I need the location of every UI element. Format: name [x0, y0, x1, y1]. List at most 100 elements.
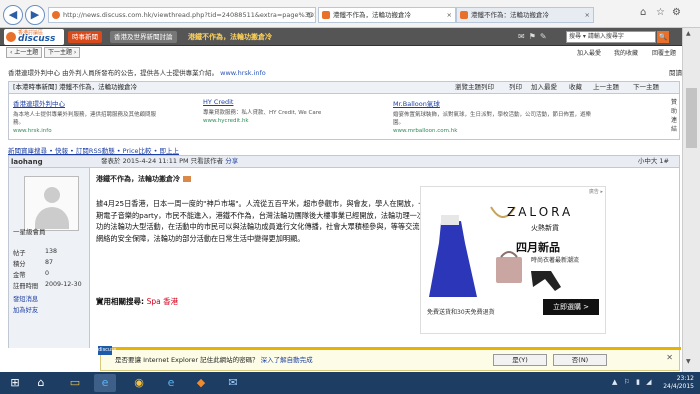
internet-explorer-icon[interactable]: e: [94, 374, 116, 392]
search-input[interactable]: 搜尋 ▾ 請輸入搜尋字: [566, 31, 656, 43]
ad-headline[interactable]: 香港連環外判中心: [13, 98, 163, 108]
dress-graphic: [429, 221, 477, 297]
ad-headline[interactable]: Mr.Balloon氣球: [393, 98, 593, 108]
browser-tab-active[interactable]: 港鐵不作為，法輪功搬倉冷 ×: [318, 7, 456, 23]
yes-button[interactable]: 是(Y): [493, 354, 547, 366]
logo-mark-icon: [6, 32, 16, 42]
mail-icon[interactable]: ✉: [222, 374, 244, 392]
header-thread-title: 港鐵不作為，法輪功搬倉冷: [188, 33, 272, 41]
close-tab-icon[interactable]: ×: [585, 8, 590, 22]
ad-url[interactable]: www.hycredit.hk: [203, 118, 353, 124]
ad-item[interactable]: Mr.Balloon氣球 婚宴佈置氣球裝飾，派對氣球，生日派對，學校活動，公司活…: [393, 98, 593, 134]
next-thread-button[interactable]: 下一主題 ›: [44, 47, 81, 58]
notification-logo: discuss: [98, 346, 117, 355]
user-profile-panel: 一星級會員 帖子 138 積分 87 金幣 0 註冊時間 2009-12-30 …: [8, 168, 90, 348]
nav-news[interactable]: 時事新聞: [68, 31, 102, 43]
system-clock[interactable]: 23:12 24/4/2015: [663, 375, 694, 391]
top-ad-text: 香港連環外判中心 由外判人員所發布的公告，提供各人士提供專業介紹。: [8, 69, 219, 77]
close-tab-icon[interactable]: ×: [447, 8, 452, 22]
header-icons[interactable]: ✉⚑✎: [518, 32, 551, 41]
browser-tab[interactable]: 港鐵不作為：法輪功搬倉冷 ×: [456, 7, 594, 23]
post-body: 港鐵不作為，法輪功搬倉冷 據4月25日香港，日本一周一度的"神戶市場"。人流從五…: [90, 168, 680, 348]
password-notification-bar: discuss 是否要讓 Internet Explorer 記住此網站的密碼？…: [98, 346, 681, 371]
post-title-text: 港鐵不作為，法輪功搬倉冷: [96, 175, 180, 183]
add-favorite-button[interactable]: 加入最愛: [577, 48, 601, 57]
stat-label: 帖子: [13, 250, 26, 257]
related-search-link[interactable]: Spa 香港: [147, 297, 179, 306]
prev-thread-button[interactable]: ‹ 上一主題: [6, 47, 43, 58]
scroll-down-icon[interactable]: ▼: [686, 358, 691, 365]
thread-action-browse[interactable]: 瀏覽主題列印: [455, 82, 494, 93]
taskbar: ⊞ ⌂ ▭ e ◉ e ◆ ✉ ▲ ⚐ ▮ ◢ 23:12 24/4/2015: [0, 372, 700, 394]
stat-label: 註冊時間: [13, 283, 39, 290]
ad-description: 為本地人士提供專業外判服務，連供招聘服務及其他顧問服務。: [13, 112, 157, 126]
stat-label: 金幣: [13, 272, 26, 279]
ad-description: 專業貸款服務：私人貸款、HY Credit, We Care: [203, 110, 322, 116]
post-author[interactable]: laohang: [11, 157, 43, 168]
chrome-icon[interactable]: ◉: [128, 374, 150, 392]
forward-arrow-icon[interactable]: ▶: [25, 5, 45, 25]
dolphin-icon[interactable]: ◆: [190, 374, 212, 392]
related-links-row[interactable]: 新聞寶庫搜尋 • 快報 • 訂閱RSS動態 • Price比較 • 即上上: [8, 145, 179, 155]
scrollbar[interactable]: ▲ ▼: [682, 28, 700, 372]
zalora-ad[interactable]: 廣告 ▸ ZALORA 火熱新貨 四月新品 時尚衣著最新潮流 免費送貨和30天免…: [420, 186, 606, 334]
internet-explorer-2-icon[interactable]: e: [160, 374, 182, 392]
ad-url[interactable]: www.hrsk.info: [13, 128, 163, 134]
notification-text: 是否要讓 Internet Explorer 記住此網站的密碼？: [115, 356, 259, 364]
shop-now-button[interactable]: 立即選購 >: [543, 299, 599, 315]
stat-value: 0: [45, 270, 50, 277]
thread-action-prev[interactable]: 上一主題: [593, 82, 619, 93]
close-icon[interactable]: ✕: [666, 353, 673, 362]
zalora-sale-tag: 火熱新貨: [531, 224, 559, 232]
home-icon[interactable]: ⌂: [30, 374, 52, 392]
zalora-logo: ZALORA: [507, 205, 574, 219]
no-button[interactable]: 否(N): [553, 354, 607, 366]
gear-icon[interactable]: ⚙: [672, 7, 681, 18]
send-message-link[interactable]: 發短消息: [13, 294, 38, 303]
windows-logo-icon[interactable]: ⊞: [4, 374, 26, 392]
discuss-logo[interactable]: 香港討論區 discuss: [4, 29, 64, 45]
thread-toolbar: ‹ 上一主題 下一主題 › 加入最愛 我的收藏 回覆主題: [0, 46, 700, 60]
my-collection-button[interactable]: 我的收藏: [614, 48, 638, 57]
zalora-subtitle: 時尚衣著最新潮流: [531, 257, 580, 264]
stat-label: 積分: [13, 261, 26, 268]
handbag-handle-graphic: [500, 251, 518, 258]
file-explorer-icon[interactable]: ▭: [64, 374, 86, 392]
home-icon[interactable]: ⌂: [640, 7, 646, 18]
top-ad-link[interactable]: www.hrsk.info: [220, 69, 266, 77]
search-icon[interactable]: 🔍: [657, 31, 669, 43]
avatar-head: [44, 187, 60, 203]
site-favicon-icon: [52, 11, 60, 19]
refresh-icon[interactable]: ↻: [306, 9, 313, 22]
thread-action-print[interactable]: 列印: [509, 82, 522, 93]
add-friend-link[interactable]: 加為好友: [13, 305, 38, 314]
ad-item[interactable]: HY Credit 專業貸款服務：私人貸款、HY Credit, We Care…: [203, 98, 353, 124]
share-link[interactable]: 分享: [225, 157, 238, 165]
user-stat: 積分 87: [13, 259, 87, 268]
user-stat: 帖子 138: [13, 248, 87, 257]
ad-headline[interactable]: HY Credit: [203, 98, 353, 106]
avatar[interactable]: [24, 176, 79, 231]
thread-action-collect[interactable]: 收藏: [569, 82, 582, 93]
star-icon[interactable]: ☆: [656, 7, 665, 18]
thread-action-favorite[interactable]: 加入最愛: [531, 82, 557, 93]
notification-learn-more[interactable]: 深入了解自動完成: [261, 356, 313, 364]
url-field[interactable]: http://news.discuss.com.hk/viewthread.ph…: [48, 7, 316, 23]
scroll-up-icon[interactable]: ▲: [686, 30, 691, 37]
clock-time: 23:12: [676, 375, 694, 382]
post-floor[interactable]: 小中大 1#: [638, 156, 669, 167]
envelope-icon[interactable]: [183, 176, 191, 182]
back-arrow-icon[interactable]: ◀: [3, 5, 23, 25]
ad-url[interactable]: www.mrballoon.com.hk: [393, 128, 593, 134]
reply-thread-button[interactable]: 回覆主題: [652, 48, 676, 57]
system-tray-icons[interactable]: ▲ ⚐ ▮ ◢: [612, 378, 654, 386]
sponsored-links: 香港連環外判中心 為本地人士提供專業外判服務，連供招聘服務及其他顧問服務。 ww…: [8, 94, 680, 140]
nav-hk-world-news[interactable]: 香港及世界新聞討論: [110, 31, 177, 43]
clock-date: 24/4/2015: [663, 383, 694, 390]
thread-title-bar: [本港時事新聞] 港鐵不作為，法輪功搬倉冷 瀏覽主題列印 列印 加入最愛 收藏 …: [8, 81, 680, 94]
stat-value: 138: [45, 248, 58, 255]
ad-item[interactable]: 香港連環外判中心 為本地人士提供專業外判服務，連供招聘服務及其他顧問服務。 ww…: [13, 98, 163, 134]
scroll-thumb[interactable]: [686, 88, 697, 148]
logo-text: discuss: [18, 34, 56, 44]
thread-action-next[interactable]: 下一主題: [633, 82, 659, 93]
